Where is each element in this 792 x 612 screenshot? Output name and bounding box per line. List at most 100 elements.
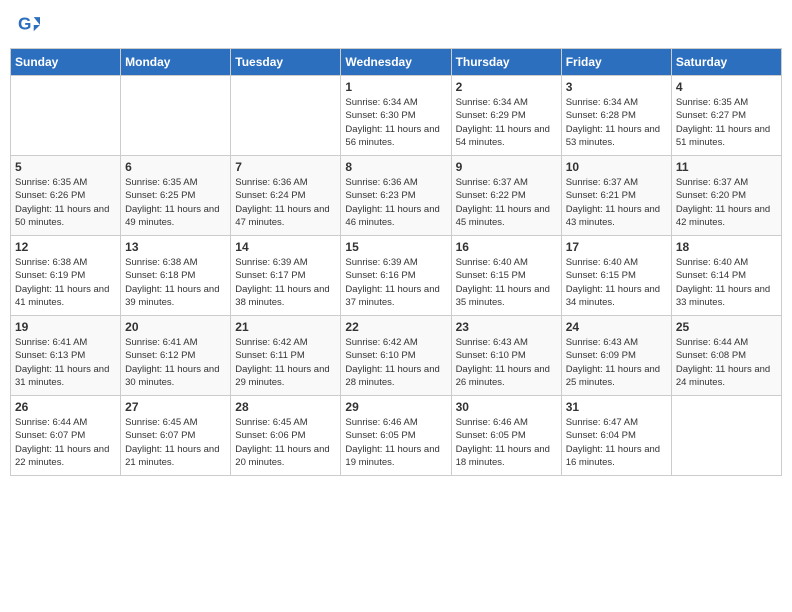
day-number: 19 (15, 320, 116, 334)
header-thursday: Thursday (451, 49, 561, 76)
day-cell (231, 76, 341, 156)
day-info: Sunrise: 6:42 AMSunset: 6:11 PMDaylight:… (235, 336, 336, 389)
day-cell: 21 Sunrise: 6:42 AMSunset: 6:11 PMDayligh… (231, 316, 341, 396)
day-info: Sunrise: 6:37 AMSunset: 6:20 PMDaylight:… (676, 176, 777, 229)
day-cell: 23 Sunrise: 6:43 AMSunset: 6:10 PMDayligh… (451, 316, 561, 396)
day-cell: 12Sunrise: 6:38 AMSunset: 6:19 PMDayligh… (11, 236, 121, 316)
header-sunday: Sunday (11, 49, 121, 76)
day-number: 28 (235, 400, 336, 414)
day-number: 10 (566, 160, 667, 174)
day-number: 15 (345, 240, 446, 254)
day-number: 17 (566, 240, 667, 254)
logo: G (18, 14, 44, 36)
day-cell: 26 Sunrise: 6:44 AMSunset: 6:07 PMDayligh… (11, 396, 121, 476)
day-cell: 11 Sunrise: 6:37 AMSunset: 6:20 PMDayligh… (671, 156, 781, 236)
day-cell (121, 76, 231, 156)
day-cell: 4 Sunrise: 6:35 AMSunset: 6:27 PMDaylight… (671, 76, 781, 156)
day-number: 14 (235, 240, 336, 254)
day-cell: 17 Sunrise: 6:40 AMSunset: 6:15 PMDayligh… (561, 236, 671, 316)
header-saturday: Saturday (671, 49, 781, 76)
day-number: 8 (345, 160, 446, 174)
day-cell: 8Sunrise: 6:36 AMSunset: 6:23 PMDaylight… (341, 156, 451, 236)
page-header: G (10, 10, 782, 40)
day-info: Sunrise: 6:43 AMSunset: 6:09 PMDaylight:… (566, 336, 667, 389)
day-number: 31 (566, 400, 667, 414)
day-info: Sunrise: 6:39 AMSunset: 6:16 PMDaylight:… (345, 256, 446, 309)
week-row-5: 26 Sunrise: 6:44 AMSunset: 6:07 PMDayligh… (11, 396, 782, 476)
day-info: Sunrise: 6:44 AMSunset: 6:08 PMDaylight:… (676, 336, 777, 389)
week-row-3: 12Sunrise: 6:38 AMSunset: 6:19 PMDayligh… (11, 236, 782, 316)
day-info: Sunrise: 6:36 AMSunset: 6:24 PMDaylight:… (235, 176, 336, 229)
week-row-4: 19 Sunrise: 6:41 AMSunset: 6:13 PMDayligh… (11, 316, 782, 396)
day-cell: 2 Sunrise: 6:34 AMSunset: 6:29 PMDaylight… (451, 76, 561, 156)
day-number: 25 (676, 320, 777, 334)
header-monday: Monday (121, 49, 231, 76)
day-cell: 29Sunrise: 6:46 AMSunset: 6:05 PMDayligh… (341, 396, 451, 476)
week-row-1: 1 Sunrise: 6:34 AMSunset: 6:30 PMDaylight… (11, 76, 782, 156)
day-number: 24 (566, 320, 667, 334)
day-number: 20 (125, 320, 226, 334)
day-info: Sunrise: 6:37 AMSunset: 6:22 PMDaylight:… (456, 176, 557, 229)
day-number: 11 (676, 160, 777, 174)
day-cell: 28 Sunrise: 6:45 AMSunset: 6:06 PMDayligh… (231, 396, 341, 476)
day-number: 5 (15, 160, 116, 174)
day-number: 2 (456, 80, 557, 94)
day-info: Sunrise: 6:40 AMSunset: 6:15 PMDaylight:… (566, 256, 667, 309)
day-info: Sunrise: 6:37 AMSunset: 6:21 PMDaylight:… (566, 176, 667, 229)
day-info: Sunrise: 6:47 AMSunset: 6:04 PMDaylight:… (566, 416, 667, 469)
day-cell: 14 Sunrise: 6:39 AMSunset: 6:17 PMDayligh… (231, 236, 341, 316)
day-number: 21 (235, 320, 336, 334)
day-number: 27 (125, 400, 226, 414)
day-number: 1 (345, 80, 446, 94)
header-tuesday: Tuesday (231, 49, 341, 76)
day-number: 26 (15, 400, 116, 414)
day-info: Sunrise: 6:41 AMSunset: 6:13 PMDaylight:… (15, 336, 116, 389)
day-info: Sunrise: 6:41 AMSunset: 6:12 PMDaylight:… (125, 336, 226, 389)
day-info: Sunrise: 6:34 AMSunset: 6:29 PMDaylight:… (456, 96, 557, 149)
day-cell: 27Sunrise: 6:45 AMSunset: 6:07 PMDayligh… (121, 396, 231, 476)
day-info: Sunrise: 6:38 AMSunset: 6:19 PMDaylight:… (15, 256, 116, 309)
day-info: Sunrise: 6:40 AMSunset: 6:14 PMDaylight:… (676, 256, 777, 309)
header-friday: Friday (561, 49, 671, 76)
day-number: 6 (125, 160, 226, 174)
day-cell: 19 Sunrise: 6:41 AMSunset: 6:13 PMDayligh… (11, 316, 121, 396)
logo-icon: G (18, 14, 40, 36)
day-info: Sunrise: 6:35 AMSunset: 6:26 PMDaylight:… (15, 176, 116, 229)
day-cell: 15 Sunrise: 6:39 AMSunset: 6:16 PMDayligh… (341, 236, 451, 316)
svg-text:G: G (18, 14, 31, 34)
day-number: 16 (456, 240, 557, 254)
day-info: Sunrise: 6:46 AMSunset: 6:05 PMDaylight:… (345, 416, 446, 469)
day-info: Sunrise: 6:42 AMSunset: 6:10 PMDaylight:… (345, 336, 446, 389)
day-info: Sunrise: 6:43 AMSunset: 6:10 PMDaylight:… (456, 336, 557, 389)
day-number: 3 (566, 80, 667, 94)
day-info: Sunrise: 6:35 AMSunset: 6:27 PMDaylight:… (676, 96, 777, 149)
day-number: 23 (456, 320, 557, 334)
day-info: Sunrise: 6:44 AMSunset: 6:07 PMDaylight:… (15, 416, 116, 469)
day-info: Sunrise: 6:34 AMSunset: 6:30 PMDaylight:… (345, 96, 446, 149)
day-info: Sunrise: 6:45 AMSunset: 6:06 PMDaylight:… (235, 416, 336, 469)
day-number: 9 (456, 160, 557, 174)
day-number: 18 (676, 240, 777, 254)
day-number: 13 (125, 240, 226, 254)
day-cell: 18 Sunrise: 6:40 AMSunset: 6:14 PMDayligh… (671, 236, 781, 316)
day-cell: 31 Sunrise: 6:47 AMSunset: 6:04 PMDayligh… (561, 396, 671, 476)
day-cell: 9 Sunrise: 6:37 AMSunset: 6:22 PMDaylight… (451, 156, 561, 236)
day-cell: 6Sunrise: 6:35 AMSunset: 6:25 PMDaylight… (121, 156, 231, 236)
day-info: Sunrise: 6:39 AMSunset: 6:17 PMDaylight:… (235, 256, 336, 309)
header-wednesday: Wednesday (341, 49, 451, 76)
day-cell: 3 Sunrise: 6:34 AMSunset: 6:28 PMDaylight… (561, 76, 671, 156)
day-number: 22 (345, 320, 446, 334)
day-info: Sunrise: 6:34 AMSunset: 6:28 PMDaylight:… (566, 96, 667, 149)
day-info: Sunrise: 6:46 AMSunset: 6:05 PMDaylight:… (456, 416, 557, 469)
day-info: Sunrise: 6:38 AMSunset: 6:18 PMDaylight:… (125, 256, 226, 309)
day-number: 7 (235, 160, 336, 174)
day-number: 4 (676, 80, 777, 94)
day-cell: 13 Sunrise: 6:38 AMSunset: 6:18 PMDayligh… (121, 236, 231, 316)
day-cell: 24 Sunrise: 6:43 AMSunset: 6:09 PMDayligh… (561, 316, 671, 396)
day-info: Sunrise: 6:40 AMSunset: 6:15 PMDaylight:… (456, 256, 557, 309)
day-cell: 10 Sunrise: 6:37 AMSunset: 6:21 PMDayligh… (561, 156, 671, 236)
day-cell: 20 Sunrise: 6:41 AMSunset: 6:12 PMDayligh… (121, 316, 231, 396)
day-cell (671, 396, 781, 476)
day-cell: 7 Sunrise: 6:36 AMSunset: 6:24 PMDaylight… (231, 156, 341, 236)
day-number: 30 (456, 400, 557, 414)
